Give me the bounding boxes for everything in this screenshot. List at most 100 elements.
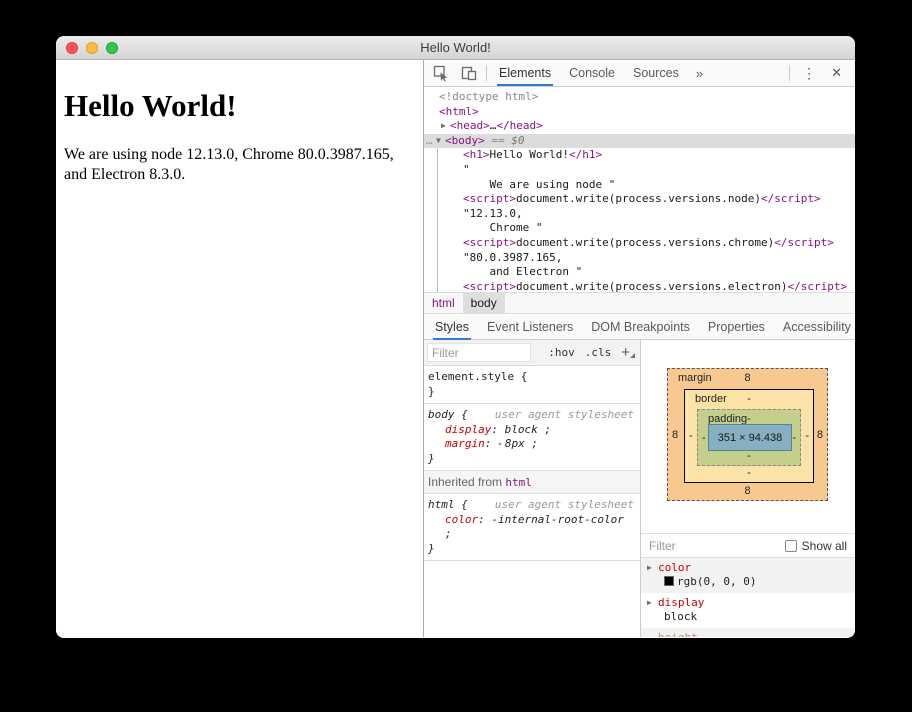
stylesheet-origin: user agent stylesheet: [494, 498, 634, 511]
tab-dom-breakpoints[interactable]: DOM Breakpoints: [582, 314, 699, 340]
elements-tree: <!doctype html> <html> ▶ <head>…</head>… ▼ <b…: [424, 87, 855, 292]
styles-toolbar: :hov .cls +: [424, 340, 640, 366]
computed-property-color[interactable]: ▶ color rgb(0, 0, 0): [641, 558, 855, 593]
dom-tree-line[interactable]: <!doctype html>: [424, 90, 855, 105]
show-all-checkbox[interactable]: [784, 539, 797, 552]
computed-toolbar: Show all: [641, 533, 855, 558]
breadcrumb-item-body[interactable]: body: [462, 293, 505, 313]
computed-property-display[interactable]: ▶ display block: [641, 593, 855, 628]
css-property[interactable]: margin▸8px: [428, 437, 636, 452]
code-segment: "80.0.3987.165,: [463, 250, 563, 264]
dom-tree-line[interactable]: ": [424, 163, 855, 178]
margin-bottom-value[interactable]: 8: [668, 485, 827, 497]
margin-left-value[interactable]: 8: [672, 429, 678, 441]
border-bottom-value[interactable]: -: [685, 467, 813, 479]
dom-tree-line[interactable]: "80.0.3987.165,: [424, 251, 855, 266]
css-property[interactable]: color-internal-root-color: [428, 513, 636, 542]
sidebar-tabs: Styles Event Listeners DOM Breakpoints Prop…: [424, 313, 855, 340]
dom-tree-line[interactable]: Chrome ": [424, 221, 855, 236]
devtools-panel: Elements Console Sources » ⋮ ✕ <!doctype h…: [424, 60, 855, 637]
padding-bottom-value[interactable]: -: [698, 450, 800, 462]
minimize-window-button[interactable]: [86, 42, 98, 54]
element-style-rule[interactable]: element.style: [424, 366, 640, 404]
body-ua-rule[interactable]: body user agent stylesheet displayblock …: [424, 404, 640, 471]
code-segment: We are using node ": [463, 177, 616, 191]
code-segment: <script>: [463, 279, 516, 292]
toolbar-divider: [789, 65, 791, 81]
computed-property-height[interactable]: height: [641, 628, 855, 637]
color-swatch-icon: [664, 576, 674, 586]
dom-tree-line[interactable]: <h1>Hello World!</h1>: [424, 148, 855, 163]
code-segment: <head>: [450, 119, 490, 133]
dom-tree-line[interactable]: "12.13.0,: [424, 207, 855, 222]
titlebar[interactable]: Hello World!: [56, 36, 855, 60]
box-model-border[interactable]: border - - - - padding - - - - 351 × 94.…: [684, 389, 814, 483]
dom-tree-line[interactable]: <script>document.write(process.versions.…: [424, 192, 855, 207]
tab-event-listeners[interactable]: Event Listeners: [478, 314, 582, 340]
box-model-padding[interactable]: padding - - - - 351 × 94.438: [697, 409, 801, 466]
dom-tree-line[interactable]: <html>: [424, 105, 855, 120]
code-segment: document.write(process.versions.chrome): [515, 235, 775, 249]
tab-console[interactable]: Console: [560, 60, 624, 86]
overflow-menu-icon[interactable]: ⋮: [793, 65, 825, 82]
css-property[interactable]: displayblock: [428, 423, 636, 438]
border-left-value[interactable]: -: [689, 430, 693, 442]
dom-tree-line[interactable]: We are using node ": [424, 178, 855, 193]
computed-property-name: height: [658, 631, 698, 637]
more-tabs-icon[interactable]: »: [688, 66, 711, 81]
dom-tree-line[interactable]: ▶ <head>…</head>: [424, 119, 855, 134]
code-segment: <!doctype html>: [439, 90, 539, 103]
tab-properties[interactable]: Properties: [699, 314, 774, 340]
dom-tree-line[interactable]: and Electron ": [424, 265, 855, 280]
expand-property-icon[interactable]: ▸: [498, 439, 505, 448]
dom-tree-line[interactable]: <script>document.write(process.versions.…: [424, 236, 855, 251]
code-segment: </script>: [761, 192, 821, 206]
tab-accessibility[interactable]: Accessibility: [774, 314, 855, 340]
margin-right-value[interactable]: 8: [817, 429, 823, 441]
html-ua-rule[interactable]: html user agent stylesheet color-interna…: [424, 494, 640, 561]
new-style-rule-button[interactable]: +: [616, 344, 637, 361]
computed-filter-input[interactable]: [649, 538, 739, 553]
dom-tree-line[interactable]: … ▼ <body> == $0: [424, 133, 855, 149]
padding-left-value[interactable]: -: [702, 432, 706, 444]
margin-top-value[interactable]: 8: [668, 372, 827, 384]
padding-right-value[interactable]: -: [792, 432, 796, 444]
expand-arrow-icon[interactable]: ▶: [647, 596, 658, 610]
styles-filter-input[interactable]: [427, 343, 531, 362]
box-model-margin[interactable]: margin 8 8 8 8 border - - - - padding - …: [667, 368, 828, 501]
border-right-value[interactable]: -: [805, 430, 809, 442]
dom-tree-line[interactable]: <script>document.write(process.versions.…: [424, 280, 855, 292]
code-segment: Hello World!: [489, 148, 569, 162]
app-window: Hello World! Hello World! We are using n…: [56, 36, 855, 638]
code-segment: Chrome ": [463, 221, 543, 235]
computed-property-name: display: [658, 596, 705, 609]
code-segment: ": [463, 162, 470, 176]
show-all-label: Show all: [801, 538, 847, 553]
border-top-value[interactable]: -: [685, 393, 813, 405]
tab-styles[interactable]: Styles: [426, 314, 478, 340]
code-segment: document.write(process.versions.electron…: [515, 279, 788, 292]
tab-elements[interactable]: Elements: [490, 60, 560, 86]
inherited-from-link[interactable]: html: [505, 476, 532, 489]
computed-property-value: rgb(0, 0, 0): [647, 575, 855, 589]
toggle-class-button[interactable]: .cls: [580, 346, 617, 359]
code-segment: document.write(process.versions.node): [515, 192, 762, 206]
inspect-element-icon[interactable]: [427, 60, 455, 86]
close-window-button[interactable]: [66, 42, 78, 54]
close-devtools-icon[interactable]: ✕: [825, 65, 852, 81]
tab-sources[interactable]: Sources: [624, 60, 688, 86]
inherited-from-header: Inherited from html: [424, 471, 640, 494]
toolbar-divider: [486, 65, 487, 81]
expand-arrow-icon[interactable]: ▶: [647, 561, 658, 575]
device-toolbar-icon[interactable]: [455, 60, 483, 86]
collapse-arrow-icon[interactable]: ▼: [436, 134, 445, 149]
zoom-window-button[interactable]: [106, 42, 118, 54]
stylesheet-origin: user agent stylesheet: [494, 408, 634, 421]
computed-property-value: block: [664, 610, 698, 623]
computed-properties-list: ▶colorrgb(0, 0, 0)▶displayblockheight: [641, 558, 855, 637]
expand-arrow-icon[interactable]: ▶: [441, 119, 450, 134]
box-model-content[interactable]: 351 × 94.438: [708, 424, 792, 451]
toggle-element-state-button[interactable]: :hov: [543, 346, 580, 359]
breadcrumb-item-html[interactable]: html: [424, 293, 463, 313]
styles-pane: :hov .cls + element.style body user a: [424, 340, 641, 637]
